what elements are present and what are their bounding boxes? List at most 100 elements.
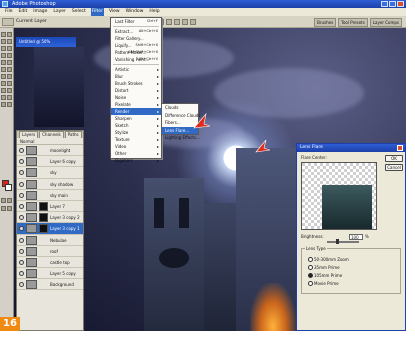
pen-tool-icon[interactable] xyxy=(1,88,6,93)
render-submenu-item[interactable]: Difference Clouds xyxy=(162,112,200,120)
layer-row[interactable]: castle top xyxy=(17,257,83,269)
filter-menu-item[interactable]: Filter Gallery... xyxy=(111,35,161,42)
layer-row[interactable]: Nebulae xyxy=(17,235,83,246)
filter-menu-item[interactable]: Blur ▸ xyxy=(111,73,161,80)
brightness-slider-knob[interactable] xyxy=(335,239,339,244)
layer-row[interactable]: Layer 3 copy 2 xyxy=(17,212,83,224)
tab-paths[interactable]: Paths xyxy=(64,131,82,138)
filter-menu-item[interactable]: Sketch ▸ xyxy=(111,122,161,129)
screen-mode-full-icon[interactable] xyxy=(7,206,12,211)
lens-type-radio[interactable]: Movie Prime xyxy=(308,281,339,286)
minimize-icon[interactable] xyxy=(381,1,388,7)
clone-stamp-icon[interactable] xyxy=(1,60,6,65)
filter-menu-item[interactable]: Extract... Alt+Ctrl+X xyxy=(111,28,161,35)
close-icon[interactable] xyxy=(397,1,404,7)
palette-tab[interactable]: Brushes xyxy=(314,18,337,27)
layer-row[interactable]: sky main xyxy=(17,190,83,201)
healing-brush-icon[interactable] xyxy=(1,53,6,58)
crop-tool-icon[interactable] xyxy=(1,46,6,51)
filter-menu-item[interactable]: Pixelate ▸ xyxy=(111,101,161,108)
palette-tab[interactable]: Layer Comps xyxy=(369,18,402,27)
layer-row[interactable]: sky shadow xyxy=(17,179,83,190)
gradient-tool-icon[interactable] xyxy=(7,67,12,72)
brightness-slider[interactable] xyxy=(327,241,359,243)
menu-window[interactable]: Window xyxy=(125,8,145,16)
slice-tool-icon[interactable] xyxy=(7,46,12,51)
eye-icon[interactable] xyxy=(19,226,24,232)
flare-preview[interactable] xyxy=(301,162,377,230)
filter-menu-item[interactable]: Pattern Maker... Alt+Shift+Ctrl+X xyxy=(111,49,161,56)
filter-menu-item[interactable]: Artistic ▸ xyxy=(111,66,161,73)
layer-mask-thumbnail[interactable] xyxy=(39,201,48,211)
layer-row[interactable]: Layer 6 copy xyxy=(17,156,83,168)
eye-icon[interactable] xyxy=(19,248,24,254)
eyedropper-tool-icon[interactable] xyxy=(7,95,12,100)
filter-menu-item[interactable]: Vanishing Point... Alt+Ctrl+V xyxy=(111,56,161,63)
notes-tool-icon[interactable] xyxy=(1,95,6,100)
filter-menu-item[interactable]: Render ▸ xyxy=(111,108,161,115)
screen-mode-icon[interactable] xyxy=(1,206,6,211)
standard-mode-icon[interactable] xyxy=(7,198,12,203)
lasso-tool-icon[interactable] xyxy=(1,39,6,44)
layer-mask-thumbnail[interactable] xyxy=(39,213,48,223)
filter-menu-item[interactable]: Texture ▸ xyxy=(111,136,161,143)
blur-tool-icon[interactable] xyxy=(1,74,6,79)
lens-type-radio[interactable]: 50-300mm Zoom xyxy=(308,257,349,262)
menu-view[interactable]: View xyxy=(108,8,121,16)
document-window-title[interactable]: Untitled @ 50% xyxy=(16,37,76,47)
filter-menu-item[interactable]: Stylize ▸ xyxy=(111,129,161,136)
menu-filter[interactable]: Filter xyxy=(90,8,104,16)
align-center-icon[interactable] xyxy=(182,19,188,25)
menu-image[interactable]: Image xyxy=(32,8,48,16)
layer-row[interactable]: Background xyxy=(17,279,83,291)
eye-icon[interactable] xyxy=(19,159,24,165)
align-right-icon[interactable] xyxy=(190,19,196,25)
type-tool-icon[interactable] xyxy=(7,81,12,86)
history-brush-icon[interactable] xyxy=(7,60,12,65)
marquee-tool-icon[interactable] xyxy=(7,32,12,37)
eye-icon[interactable] xyxy=(19,203,24,209)
move-tool-icon[interactable] xyxy=(1,32,6,37)
filter-menu-item[interactable]: Brush Strokes ▸ xyxy=(111,80,161,87)
align-bottom-icon[interactable] xyxy=(166,19,172,25)
filter-menu-item[interactable]: Noise ▸ xyxy=(111,94,161,101)
layer-row[interactable]: Layer 7 xyxy=(17,201,83,213)
filter-menu-item[interactable]: Video ▸ xyxy=(111,143,161,150)
filter-menu-item[interactable]: Liquify... Shift+Ctrl+X xyxy=(111,42,161,49)
render-submenu-item[interactable]: Lighting Effects... xyxy=(162,134,200,142)
menu-file[interactable]: File xyxy=(4,8,14,16)
menu-help[interactable]: Help xyxy=(148,8,160,16)
tab-channels[interactable]: Channels xyxy=(39,131,64,138)
blend-mode-select[interactable]: Normal xyxy=(17,138,83,145)
filter-menu-item[interactable]: Last Filter Ctrl+F xyxy=(111,18,161,25)
menu-layer[interactable]: Layer xyxy=(52,8,67,16)
lens-type-radio[interactable]: 105mm Prime xyxy=(308,273,342,278)
eye-icon[interactable] xyxy=(19,170,24,176)
layer-mask-thumbnail[interactable] xyxy=(39,224,48,234)
hand-tool-icon[interactable] xyxy=(1,102,6,107)
layer-row[interactable]: Layer 5 copy xyxy=(17,268,83,280)
close-icon[interactable] xyxy=(397,145,403,151)
brightness-input[interactable]: 100 xyxy=(349,234,363,240)
align-left-icon[interactable] xyxy=(174,19,180,25)
eye-icon[interactable] xyxy=(19,181,24,187)
shape-tool-icon[interactable] xyxy=(7,88,12,93)
path-select-icon[interactable] xyxy=(1,81,6,86)
render-submenu-item[interactable]: Clouds xyxy=(162,104,198,112)
eye-icon[interactable] xyxy=(19,215,24,221)
brush-tool-icon[interactable] xyxy=(7,53,12,58)
eye-icon[interactable] xyxy=(19,192,24,198)
layer-row[interactable]: Layer 3 copy 1 xyxy=(17,223,83,235)
maximize-icon[interactable] xyxy=(389,1,396,7)
eraser-tool-icon[interactable] xyxy=(1,67,6,72)
filter-menu-item[interactable]: Digimarc ▸ xyxy=(111,157,161,164)
ok-button[interactable]: OK xyxy=(385,155,403,162)
cancel-button[interactable]: Cancel xyxy=(385,164,403,171)
filter-menu-item[interactable]: Sharpen ▸ xyxy=(111,115,161,122)
tab-layers[interactable]: Layers xyxy=(19,131,39,138)
zoom-tool-icon[interactable] xyxy=(7,102,12,107)
layer-row[interactable]: sky xyxy=(17,167,83,179)
menu-edit[interactable]: Edit xyxy=(18,8,29,16)
render-submenu-item[interactable]: Lens Flare... xyxy=(162,126,198,134)
background-color-swatch[interactable] xyxy=(5,184,12,191)
